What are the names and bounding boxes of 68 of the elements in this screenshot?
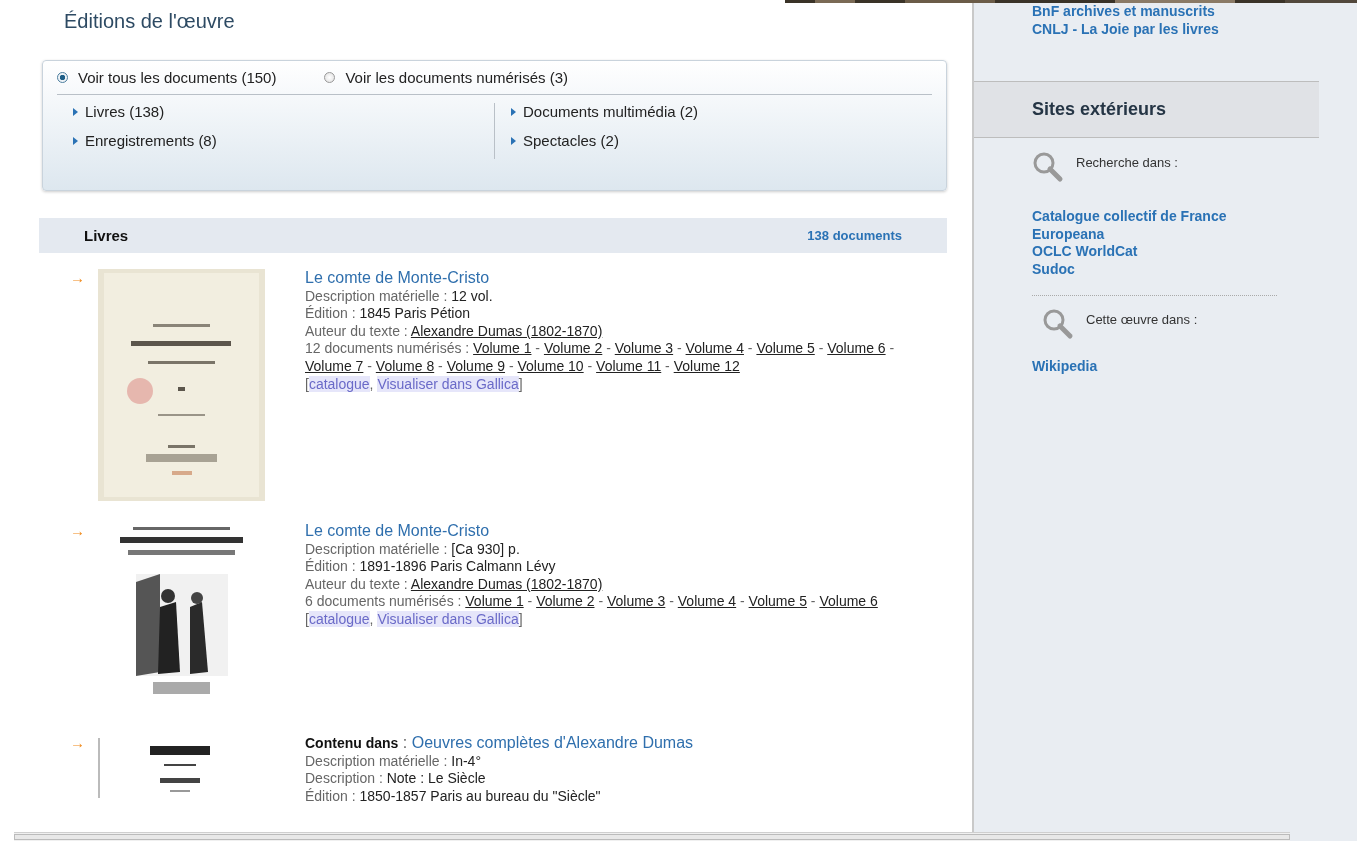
field-line: Auteur du texte : Alexandre Dumas (1802-1870) <box>305 322 604 341</box>
sidebar-link[interactable]: Sudoc <box>1032 260 1357 278</box>
volume-link[interactable]: Volume 1 <box>465 593 524 610</box>
search-caption: Recherche dans : <box>1076 154 1178 170</box>
title-line: Contenu dans : Oeuvres complètes d'Alexandre Dumas <box>305 734 695 753</box>
search-icon <box>1042 308 1074 340</box>
action-links: [catalogue, Visualiser dans Gallica] <box>305 375 524 394</box>
volume-link[interactable]: Volume 2 <box>536 593 595 610</box>
volume-link[interactable]: Volume 4 <box>677 593 737 610</box>
field-line: Édition : 1891-1896 Paris Calmann Lévy <box>305 558 557 576</box>
sidebar-heading: Sites extérieurs <box>974 81 1319 138</box>
horizontal-scrollbar[interactable] <box>14 832 1290 841</box>
page-title: Éditions de l'œuvre <box>64 10 235 33</box>
sidebar-link[interactable]: Europeana <box>1032 225 1357 243</box>
facet-link[interactable]: Documents multimédia (2) <box>523 103 699 120</box>
volume-link[interactable]: Volume 11 <box>596 357 662 374</box>
sidebar-link[interactable]: Wikipedia <box>1032 358 1357 376</box>
field-line: Description matérielle : [Ca 930] p. <box>305 540 521 558</box>
facet-link[interactable]: Enregistrements (8) <box>85 132 217 149</box>
volume-link[interactable]: Volume 5 <box>756 340 815 357</box>
field-line: 12 documents numérisés : Volume 1 - Volume 2 - Volume 3 - Volume 4 - Volume 5 - Volume 6 - Volume 7 - Volume 8 - Volume 9 - Volume 10 - Volume 11 - Volume 12 <box>305 340 896 376</box>
action-link[interactable]: Visualiser dans Gallica <box>377 375 519 392</box>
sidebar-link[interactable]: Catalogue collectif de France <box>1032 208 1357 226</box>
volume-link[interactable]: Volume 6 <box>827 340 886 357</box>
volume-link[interactable]: Volume 5 <box>748 593 807 610</box>
volume-link[interactable]: Volume 10 <box>517 357 584 374</box>
volume-link[interactable]: Volume 1 <box>473 340 532 357</box>
field-line: Description matérielle : In-4° <box>305 752 482 771</box>
triangle-icon <box>73 136 78 145</box>
title-link[interactable]: Le comte de Monte-Cristo <box>305 269 490 286</box>
sidebar-link[interactable]: BnF archives et manuscrits <box>1032 3 1357 21</box>
field-line: Auteur du texte : Alexandre Dumas (1802-1870) <box>305 575 604 594</box>
field-line: Description : Note : Le Siècle <box>305 770 487 788</box>
action-link[interactable]: Visualiser dans Gallica <box>377 610 519 627</box>
facet-link[interactable]: Spectacles (2) <box>523 132 619 149</box>
arrow-marker: → <box>69 734 86 753</box>
field-line: 6 documents numérisés : Volume 1 - Volume 2 - Volume 3 - Volume 4 - Volume 5 - Volume 6 <box>305 593 879 611</box>
volume-link[interactable]: Volume 9 <box>446 357 506 374</box>
field-line: Description matérielle : 12 vol. <box>305 287 494 305</box>
sidebar-link[interactable]: OCLC WorldCat <box>1032 243 1357 261</box>
facet-link[interactable]: Livres (138) <box>85 103 165 120</box>
volume-link[interactable]: Volume 8 <box>375 357 435 374</box>
title-link[interactable]: Oeuvres complètes d'Alexandre Dumas <box>411 734 694 751</box>
arrow-marker: → <box>69 522 86 541</box>
search-caption: Cette œuvre dans : <box>1086 311 1198 327</box>
volume-link[interactable]: Volume 4 <box>685 340 744 357</box>
document-count-link[interactable]: 138 documents <box>807 228 902 243</box>
volume-link[interactable]: Alexandre Dumas (1802-1870) <box>410 322 603 339</box>
radio-option[interactable]: Voir tous les documents (150) <box>57 69 277 86</box>
volume-link[interactable]: Volume 3 <box>614 340 674 357</box>
volume-link[interactable]: Volume 6 <box>819 593 878 610</box>
field-line: Édition : 1850-1857 Paris au bureau du "Siècle" <box>305 787 602 806</box>
volume-link[interactable]: Volume 7 <box>305 357 364 374</box>
volume-link[interactable]: Volume 2 <box>543 340 603 357</box>
volume-link[interactable]: Volume 12 <box>673 357 740 374</box>
section-title: Livres <box>84 227 129 244</box>
triangle-icon <box>511 136 516 145</box>
triangle-icon <box>73 107 78 116</box>
sidebar-link[interactable]: CNLJ - La Joie par les livres <box>1032 20 1357 38</box>
triangle-icon <box>511 107 516 116</box>
title-link[interactable]: Le comte de Monte-Cristo <box>305 522 490 539</box>
radio-option[interactable]: Voir les documents numérisés (3) <box>324 69 569 86</box>
arrow-marker: → <box>69 269 86 288</box>
volume-link[interactable]: Volume 3 <box>606 593 666 610</box>
field-line: Édition : 1845 Paris Pétion <box>305 305 471 323</box>
action-links: [catalogue, Visualiser dans Gallica] <box>305 610 524 629</box>
search-icon <box>1032 151 1064 183</box>
volume-link[interactable]: Alexandre Dumas (1802-1870) <box>410 575 603 592</box>
